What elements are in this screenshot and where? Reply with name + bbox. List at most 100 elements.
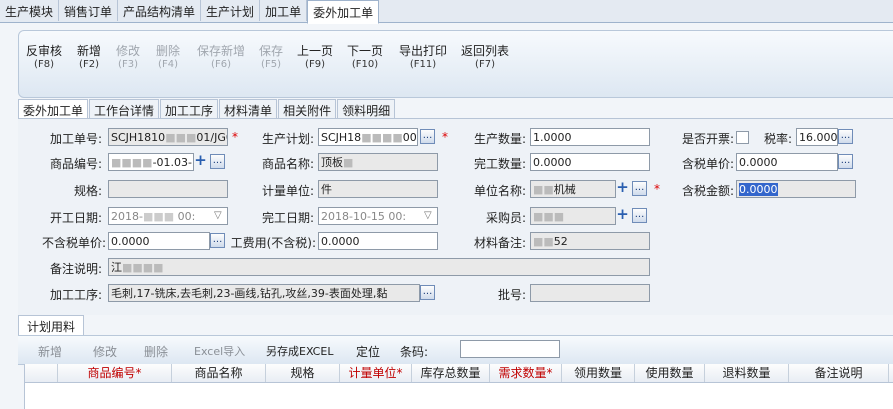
add-icon[interactable]: + — [615, 180, 630, 196]
materials-grid: 商品编号* 商品名称 规格 计量单位* 库存总数量 需求数量* 领用数量 使用数… — [24, 364, 893, 409]
taxed-price-field[interactable]: 0.0000 — [736, 153, 838, 171]
end-date-picker[interactable]: 2018-10-15 00: — [318, 207, 438, 225]
column-header[interactable]: 使用数量 — [635, 364, 705, 382]
start-date-picker[interactable]: 2018-■■■ 00: — [108, 207, 228, 225]
edit-button[interactable]: 修改 (F3) — [116, 44, 140, 72]
tab-work-order[interactable]: 加工单 — [260, 0, 308, 21]
plan-field[interactable]: SCJH18■■■■001 — [318, 128, 418, 146]
process-lookup-icon[interactable]: ... — [420, 285, 435, 300]
next-page-button[interactable]: 下一页 (F10) — [347, 44, 383, 72]
tab-sales-order[interactable]: 销售订单 — [59, 0, 119, 21]
column-header[interactable]: 退料数量 — [705, 364, 789, 382]
subtab-process[interactable]: 加工工序 — [160, 99, 219, 118]
column-header[interactable]: 商品编号* — [58, 364, 172, 382]
tax-rate-field[interactable]: 16.0000 — [796, 128, 838, 146]
excel-import-button[interactable]: Excel导入 — [194, 343, 245, 359]
unit-field[interactable]: 件 — [318, 180, 438, 198]
prev-page-button[interactable]: 上一页 (F9) — [297, 44, 333, 72]
untaxed-price-field[interactable]: 0.0000 — [108, 232, 210, 250]
company-field[interactable]: ■■机械 — [530, 180, 616, 198]
batch-field[interactable] — [530, 284, 650, 302]
start-date-label: 开工日期: — [49, 211, 102, 225]
plan-label: 生产计划: — [261, 132, 314, 146]
save-button[interactable]: 保存 (F5) — [259, 44, 283, 72]
subtab-workbench[interactable]: 工作台详情 — [89, 99, 160, 118]
column-header[interactable]: 领用数量 — [562, 364, 635, 382]
new-button[interactable]: 新增 (F2) — [77, 44, 101, 72]
subtab-outsource-order[interactable]: 委外加工单 — [18, 99, 89, 118]
process-field[interactable]: 毛刺,17-铣床,去毛刺,23-画线,钻孔,攻丝,39-表面处理,黏 — [108, 284, 420, 302]
code-lookup-icon[interactable]: ... — [210, 154, 225, 169]
end-date-label: 完工日期: — [261, 211, 314, 225]
locate-button[interactable]: 定位 — [356, 343, 380, 360]
untaxed-price-label: 不含税单价: — [41, 236, 106, 250]
buyer-field[interactable]: ■■■ — [530, 207, 616, 225]
subtab-attachments[interactable]: 相关附件 — [278, 99, 337, 118]
column-header[interactable]: 计量单位* — [340, 364, 412, 382]
taxed-amount-field[interactable]: 0.0000 — [736, 180, 856, 198]
tab-production-module[interactable]: 生产模块 — [0, 0, 60, 21]
subtab-materials[interactable]: 材料清单 — [219, 99, 278, 118]
add-icon[interactable]: + — [193, 153, 208, 169]
main-toolbar: 反审核 (F8) 新增 (F2) 修改 (F3) 删除 (F4) 保存新增 (F6) 保存… — [18, 30, 893, 98]
plan-lookup-icon[interactable]: ... — [420, 129, 435, 144]
invoice-label: 是否开票: — [681, 132, 734, 146]
buyer-lookup-icon[interactable]: ... — [632, 208, 647, 223]
note-field[interactable]: 江■■■■ — [108, 258, 650, 276]
order-form: 加工单号: SCJH1810■■■01/JG001 * 生产计划: SCJH18… — [18, 118, 893, 315]
spec-field[interactable] — [108, 180, 228, 198]
tab-outsource-order[interactable]: 委外加工单 — [307, 0, 380, 24]
detail-tab-bar: 委外加工单 工作台详情 加工工序 材料清单 相关附件 领料明细 — [18, 99, 396, 118]
order-no-field[interactable]: SCJH1810■■■01/JG001 — [108, 128, 228, 146]
material-note-label: 材料备注: — [473, 236, 526, 250]
done-qty-field[interactable]: 0.0000 — [530, 153, 650, 171]
buyer-label: 采购员: — [485, 211, 526, 225]
tab-bom[interactable]: 产品结构清单 — [118, 0, 202, 21]
export-print-button[interactable]: 导出打印 (F11) — [399, 44, 447, 72]
untaxed-price-lookup-icon[interactable]: ... — [210, 233, 225, 248]
barcode-input[interactable] — [460, 340, 560, 358]
code-field[interactable]: ■■■■-01.03- — [108, 153, 194, 171]
subtab-picking[interactable]: 领料明细 — [337, 99, 396, 118]
invoice-checkbox[interactable] — [736, 131, 749, 144]
module-tab-bar: 生产模块 销售订单 产品结构清单 生产计划 加工单 委外加工单 — [0, 0, 893, 24]
process-label: 加工工序: — [49, 288, 102, 302]
material-note-field[interactable]: ■■52 — [530, 232, 650, 250]
labor-field[interactable]: 0.0000 — [318, 232, 438, 250]
material-new-button[interactable]: 新增 — [38, 343, 62, 360]
column-header[interactable]: 备注说明 — [789, 364, 889, 382]
qty-field[interactable]: 1.0000 — [530, 128, 650, 146]
note-label: 备注说明: — [49, 262, 102, 276]
unit-label: 计量单位: — [261, 184, 314, 198]
column-header[interactable]: 库存总数量 — [412, 364, 490, 382]
column-header[interactable]: 商品名称 — [172, 364, 266, 382]
taxed-price-lookup-icon[interactable]: ... — [838, 154, 853, 169]
qty-label: 生产数量: — [473, 132, 526, 146]
company-lookup-icon[interactable]: ... — [632, 181, 647, 196]
chevron-down-icon[interactable]: ▽ — [214, 210, 222, 221]
grid-header: 商品编号* 商品名称 规格 计量单位* 库存总数量 需求数量* 领用数量 使用数… — [25, 364, 893, 383]
column-header[interactable]: 需求数量* — [490, 364, 562, 382]
materials-toolbar: 新增 修改 删除 Excel导入 另存成EXCEL 定位 条码: — [18, 335, 893, 365]
name-field[interactable]: 顶板■ — [318, 153, 438, 171]
material-edit-button[interactable]: 修改 — [93, 343, 117, 360]
barcode-label: 条码: — [400, 345, 429, 359]
tab-plan-materials[interactable]: 计划用料 — [18, 315, 85, 336]
labor-label: 工费用(不含税): — [230, 236, 316, 250]
material-delete-button[interactable]: 删除 — [144, 343, 168, 360]
column-header[interactable]: 规格 — [266, 364, 340, 382]
save-and-new-button[interactable]: 保存新增 (F6) — [197, 44, 245, 72]
tab-production-plan[interactable]: 生产计划 — [201, 0, 261, 21]
unaudit-button[interactable]: 反审核 (F8) — [26, 44, 62, 72]
company-label: 单位名称: — [473, 184, 526, 198]
chevron-down-icon[interactable]: ▽ — [424, 210, 432, 221]
tax-rate-label: 税率: — [763, 132, 792, 146]
save-as-excel-button[interactable]: 另存成EXCEL — [266, 343, 333, 359]
taxed-price-label: 含税单价: — [681, 157, 734, 171]
tax-rate-lookup-icon[interactable]: ... — [838, 129, 853, 144]
taxed-amount-label: 含税金额: — [681, 184, 734, 198]
back-to-list-button[interactable]: 返回列表 (F7) — [461, 44, 509, 72]
delete-button[interactable]: 删除 (F4) — [156, 44, 180, 72]
done-qty-label: 完工数量: — [473, 157, 526, 171]
add-icon[interactable]: + — [615, 207, 630, 223]
